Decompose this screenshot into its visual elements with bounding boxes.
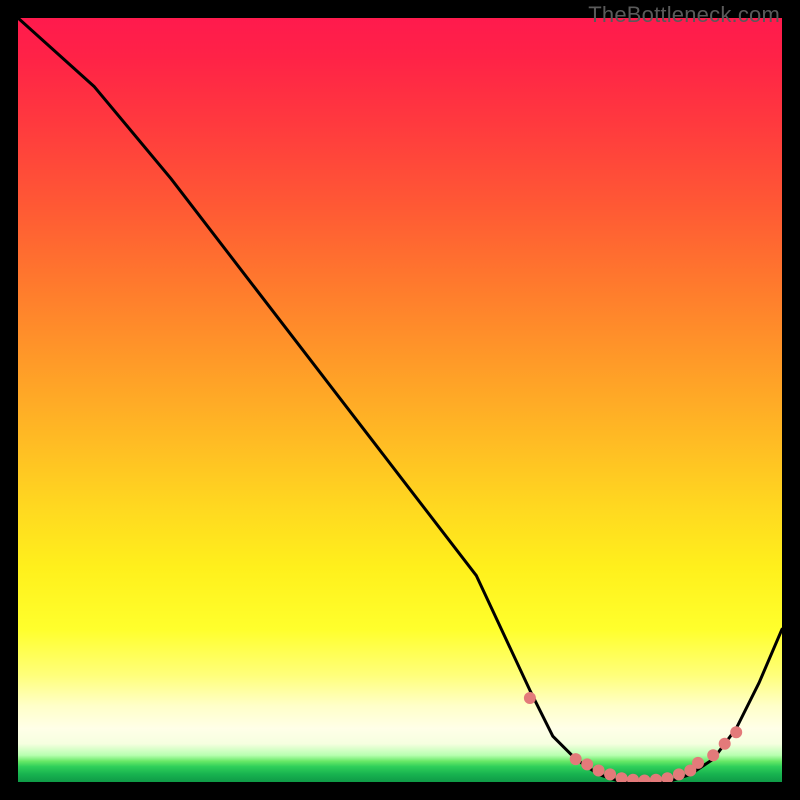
highlight-dot xyxy=(627,774,639,782)
watermark-text: TheBottleneck.com xyxy=(588,2,780,28)
highlight-dot xyxy=(692,757,704,769)
bottleneck-curve xyxy=(18,18,782,782)
highlight-dot xyxy=(604,768,616,780)
highlight-dot xyxy=(673,768,685,780)
plot-area xyxy=(18,18,782,782)
highlight-dot xyxy=(719,738,731,750)
highlight-dot xyxy=(570,753,582,765)
highlight-dots xyxy=(524,692,742,782)
highlight-dot xyxy=(524,692,536,704)
highlight-dot xyxy=(650,774,662,782)
highlight-dot xyxy=(639,775,651,783)
highlight-dot xyxy=(707,749,719,761)
highlight-dot xyxy=(593,765,605,777)
highlight-dot xyxy=(581,758,593,770)
highlight-dot xyxy=(730,726,742,738)
highlight-dot xyxy=(616,772,628,782)
highlight-dot xyxy=(661,772,673,782)
chart-frame: TheBottleneck.com xyxy=(0,0,800,800)
chart-svg xyxy=(18,18,782,782)
